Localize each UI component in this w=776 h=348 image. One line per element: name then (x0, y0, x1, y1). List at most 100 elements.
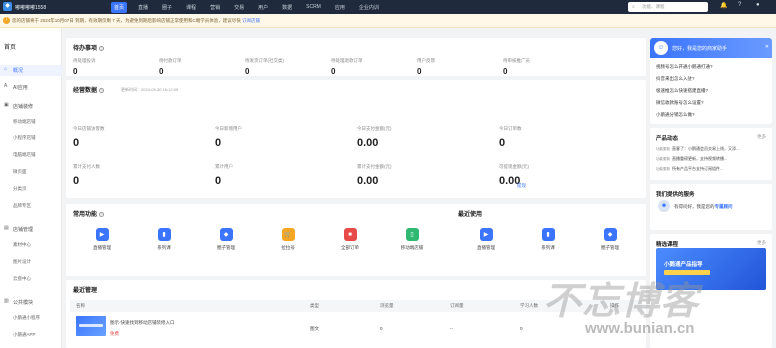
bell-icon[interactable]: 🔔 (720, 2, 727, 9)
withdraw-link[interactable]: 提现 (517, 183, 526, 189)
sidebar-home-title[interactable]: 首页 (4, 42, 16, 51)
recent_used-item[interactable]: ▮ 系列课 (528, 228, 568, 251)
product-news-card: 产品动态 更多 功能更新 直客了：小鹅通会员交易上线，又添... 功能更新 直播重磅更… (650, 128, 772, 180)
course-name[interactable]: 图示-快速找到移动店铺装修入口 (110, 320, 175, 326)
sidebar-sub-cloud[interactable]: 云盘中心 (13, 276, 31, 282)
sidebar-sub-category[interactable]: 分类页 (13, 186, 27, 192)
news-item[interactable]: 功能更新 直播重磅更新，支持视频转播... (656, 156, 727, 162)
functions-item[interactable]: 🛒 拉拉号 (268, 228, 308, 251)
courses-more-link[interactable]: 更多 (757, 240, 766, 246)
todo-value[interactable]: 0 (503, 67, 507, 76)
sidebar-sub-mini-shop[interactable]: 小程序店铺 (13, 135, 36, 141)
stat-value: 0.00 (357, 137, 379, 149)
assistant-question[interactable]: 极速推怎么快速搭建直播? (656, 88, 708, 94)
sidebar-item-overview[interactable]: ⌂ 概况 (0, 65, 62, 76)
recent_used-label: 系列课 (541, 245, 555, 250)
left-sidebar: 首页 ⌂ 概况 A AI应用 ▣ 店铺装修 移动端店铺 小程序店铺 电脑端店铺 微页面… (0, 28, 62, 348)
course-thumbnail[interactable] (76, 316, 106, 336)
service-highlight[interactable]: 专属顾问 (715, 204, 733, 209)
sidebar-sub-mini-program[interactable]: 小鹅通小程序 (13, 315, 40, 321)
sidebar-item-public-module[interactable]: ▥ 公共模块 (0, 297, 62, 308)
mobile-icon: ▯ (405, 228, 419, 241)
recent_used-label: 圈子管理 (601, 245, 619, 250)
top-nav-item[interactable]: 首页 (111, 1, 128, 13)
top-nav-item[interactable]: 直播 (135, 2, 151, 13)
news-more-link[interactable]: 更多 (757, 134, 766, 140)
shop-name[interactable]: 嘟嘟嘟嘟1558 (15, 4, 46, 11)
todo-value[interactable]: 0 (159, 67, 163, 76)
sidebar-sub-micropage[interactable]: 微页面 (13, 169, 27, 175)
sidebar-sub-brand[interactable]: 品牌专区 (13, 203, 31, 209)
news-tag: 功能更新 (656, 147, 670, 151)
functions-item[interactable]: ◆ 圈子管理 (206, 228, 246, 251)
functions-item[interactable]: ■ 全部订单 (330, 228, 370, 251)
todo-value[interactable]: 0 (73, 67, 77, 76)
help-icon[interactable]: ? (99, 45, 105, 51)
todo-label[interactable]: 待付款订单 (159, 58, 182, 64)
stat-value: 0 (215, 175, 222, 187)
subscribe-link[interactable]: 订阅店铺 (242, 18, 260, 23)
sidebar-sub-mobile-shop[interactable]: 移动端店铺 (13, 119, 36, 125)
recent_used-item[interactable]: ▶ 直播管理 (466, 228, 506, 251)
user-avatar-icon[interactable]: ● (756, 2, 760, 8)
assistant-question[interactable]: 小鹅通分销怎么做? (656, 112, 695, 118)
news-item[interactable]: 功能更新 所有产品平台支持订阅组件... (656, 166, 723, 172)
stat-label: 今日支付金额(元) (357, 126, 392, 131)
series-icon: ▮ (541, 228, 555, 241)
stat-label: 今日新增用户 (215, 126, 242, 131)
brand-logo-icon[interactable]: ◆ (3, 2, 12, 11)
functions-label: 系列课 (157, 245, 171, 250)
functions-label: 拉拉号 (281, 245, 295, 250)
robot-icon: ☺ (654, 41, 668, 55)
assistant-question[interactable]: 视频号怎么开通小鹅通打通? (656, 64, 713, 70)
top-nav-item[interactable]: SCRM (303, 2, 324, 12)
expiry-notice-banner: ! 您的店铺将于 2024年10月07日 到期，有效期仅剩 7 天，为避免到期后… (0, 14, 776, 28)
assistant-question[interactable]: 抖音来出怎么入驻? (656, 76, 695, 82)
col-type: 类型 (310, 303, 319, 308)
sidebar-item-decoration[interactable]: ▣ 店铺装修 (0, 101, 62, 112)
sidebar-item-ai[interactable]: A AI应用 (0, 82, 62, 93)
recent_used-item[interactable]: ◆ 圈子管理 (590, 228, 630, 251)
top-nav-item[interactable]: 营销 (207, 2, 223, 13)
stat-value: 0 (499, 137, 506, 149)
functions-item[interactable]: ▮ 系列课 (144, 228, 184, 251)
todo-value[interactable]: 0 (245, 67, 249, 76)
functions-label: 圈子管理 (217, 245, 235, 250)
todo-value[interactable]: 0 (331, 67, 335, 76)
close-icon[interactable]: ✕ (765, 44, 769, 50)
sidebar-sub-image-design[interactable]: 图片设计 (13, 259, 31, 265)
sidebar-sub-app[interactable]: 小鹅通APP (13, 332, 36, 338)
todo-label[interactable]: 用户反馈 (417, 58, 435, 64)
sidebar-item-shop-manage[interactable]: ▤ 店铺管理 (0, 224, 62, 235)
help-icon[interactable]: ? (99, 211, 105, 217)
help-icon[interactable]: ? (99, 87, 105, 93)
top-nav-item[interactable]: 数据 (279, 2, 295, 13)
stat-label: 今日店铺访客数 (73, 126, 105, 131)
todo-label[interactable]: 待发货订单(社交类) (245, 58, 284, 64)
functions-title: 常用功能 (73, 212, 98, 218)
search-box[interactable]: ⌕ 功能、课程 (628, 2, 708, 12)
news-text: 直客了：小鹅通会员交易上线，又添... (672, 146, 740, 151)
assistant-question[interactable]: 微信收款账号怎么设置? (656, 100, 704, 106)
top-nav-item[interactable]: 用户 (255, 2, 271, 13)
top-nav-item[interactable]: 圈子 (159, 2, 175, 13)
news-item[interactable]: 功能更新 直客了：小鹅通会员交易上线，又添... (656, 146, 739, 152)
top-nav-item[interactable]: 交易 (231, 2, 247, 13)
assistant-greeting: 您好，我是您的商家助手 (672, 46, 728, 52)
sidebar-sub-material[interactable]: 素材中心 (13, 242, 31, 248)
functions-label: 移动端店铺 (400, 245, 424, 250)
stat-label: 累计用户 (215, 164, 233, 169)
news-title: 产品动态 (656, 136, 679, 142)
todo-value[interactable]: 0 (417, 67, 421, 76)
top-nav-item[interactable]: 课程 (183, 2, 199, 13)
todo-label[interactable]: 待处理退款订单 (331, 58, 363, 64)
todo-label[interactable]: 待审核推广员 (503, 58, 530, 64)
sidebar-sub-pc-shop[interactable]: 电脑端店铺 (13, 152, 36, 158)
functions-item[interactable]: ▶ 直播管理 (82, 228, 122, 251)
stat-label: 可提现金额(元) (499, 164, 529, 169)
top-nav-item[interactable]: 应用 (332, 2, 348, 13)
todo-label[interactable]: 待处理投诉 (73, 58, 96, 64)
top-nav-item[interactable]: 企业内训 (356, 2, 382, 13)
help-icon[interactable]: ? (738, 2, 741, 8)
functions-item[interactable]: ▯ 移动端店铺 (392, 228, 432, 251)
